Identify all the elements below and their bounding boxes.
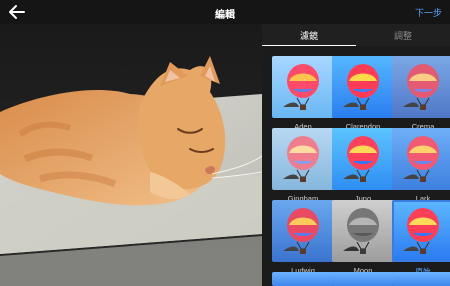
top-bar: 編輯 下一步 [0,0,450,24]
hot-air-balloon-icon [343,136,379,182]
filter-tile-original[interactable] [392,200,450,262]
hot-air-balloon-icon [403,208,439,254]
filter-tile-next-row-1[interactable] [272,272,334,286]
filter-tile-gingham[interactable] [272,128,334,190]
filter-tile-aden[interactable] [272,56,334,118]
filter-panel: 濾鏡 調整 Aden Clarendon Crema Gingham Juno … [262,24,450,286]
tab-filters[interactable]: 濾鏡 [262,29,356,42]
next-button[interactable]: 下一步 [415,6,442,19]
filter-tile-next-row-3[interactable] [392,272,450,286]
filter-tile-crema[interactable] [392,56,450,118]
hot-air-balloon-icon [403,136,439,182]
hot-air-balloon-icon [403,64,439,110]
filter-tile-juno[interactable] [332,128,394,190]
hot-air-balloon-icon [283,208,319,254]
photo-preview [0,24,262,286]
hot-air-balloon-icon [283,64,319,110]
page-title: 編輯 [215,10,235,21]
tab-underline [262,45,356,46]
filter-tile-clarendon[interactable] [332,56,394,118]
filter-tabs: 濾鏡 調整 [262,24,450,46]
filter-tile-ludwig[interactable] [272,200,334,262]
cat-photo-image [0,24,262,286]
filter-tile-moon[interactable] [332,200,394,262]
hot-air-balloon-icon [283,136,319,182]
filter-tile-lark[interactable] [392,128,450,190]
tab-adjust[interactable]: 調整 [356,29,450,42]
hot-air-balloon-icon [343,208,379,254]
filter-tile-next-row-2[interactable] [332,272,394,286]
hot-air-balloon-icon [343,64,379,110]
